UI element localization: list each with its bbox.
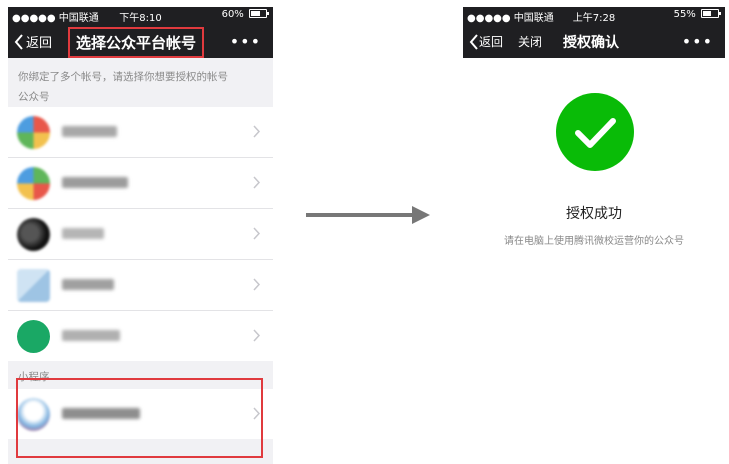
status-bar: ●●●●● 中国联通 上午7:28 55%	[463, 7, 725, 24]
official-account-list	[8, 107, 273, 361]
checkmark-icon	[575, 118, 616, 148]
official-accounts-section-label: 公众号	[18, 91, 50, 103]
blurred-account-name	[62, 177, 128, 188]
back-button[interactable]: 返回	[469, 33, 503, 50]
account-avatar	[17, 218, 50, 251]
more-button[interactable]: •••	[682, 32, 713, 51]
battery-icon	[249, 9, 269, 18]
account-avatar	[17, 269, 50, 302]
blurred-account-name	[62, 279, 114, 290]
status-bar: ●●●●● 中国联通 下午8:10 60%	[8, 7, 273, 24]
chevron-right-icon	[253, 176, 261, 189]
blurred-account-name	[62, 228, 104, 239]
account-row[interactable]	[8, 260, 273, 311]
chevron-left-icon	[469, 33, 478, 50]
blurred-account-name	[62, 330, 120, 341]
battery-icon	[701, 9, 721, 18]
right-phone-screen: ●●●●● 中国联通 上午7:28 55% 返回 关闭 授权确认 ••• 授权成…	[463, 7, 725, 464]
success-description: 请在电脑上使用腾讯微校运营你的公众号	[504, 236, 684, 247]
success-circle	[556, 93, 634, 171]
battery-percent: 55%	[673, 9, 696, 20]
account-row[interactable]	[8, 209, 273, 260]
success-title: 授权成功	[566, 206, 622, 222]
account-avatar	[17, 320, 50, 353]
more-button[interactable]: •••	[230, 32, 261, 51]
back-button[interactable]: 返回	[14, 32, 52, 51]
page-title: 选择公众平台帐号	[68, 27, 205, 58]
blurred-account-name	[62, 126, 117, 137]
battery-indicator: 55%	[673, 9, 721, 20]
account-avatar	[17, 167, 50, 200]
back-label: 返回	[479, 35, 504, 49]
chevron-left-icon	[14, 33, 23, 50]
chevron-right-icon	[253, 278, 261, 291]
back-label: 返回	[26, 36, 53, 51]
page-title: 授权确认	[563, 35, 619, 51]
navigation-bar: 返回 选择公众平台帐号 •••	[8, 24, 273, 58]
account-row[interactable]	[8, 311, 273, 361]
chevron-right-icon	[253, 125, 261, 138]
chevron-right-icon	[253, 227, 261, 240]
account-avatar	[17, 116, 50, 149]
mini-program-highlight-box	[16, 378, 263, 458]
left-phone-screen: ●●●●● 中国联通 下午8:10 60% 返回 选择公众平台帐号 ••• 你绑…	[8, 7, 273, 464]
close-button[interactable]: 关闭	[518, 33, 542, 50]
battery-indicator: 60%	[221, 9, 269, 20]
battery-percent: 60%	[221, 9, 244, 20]
chevron-right-icon	[253, 329, 261, 342]
account-row[interactable]	[8, 107, 273, 158]
arrow-right-icon	[306, 206, 430, 224]
multi-account-hint: 你绑定了多个帐号，请选择你想要授权的帐号	[18, 71, 228, 83]
navigation-bar: 返回 关闭 授权确认 •••	[463, 24, 725, 58]
account-row[interactable]	[8, 158, 273, 209]
